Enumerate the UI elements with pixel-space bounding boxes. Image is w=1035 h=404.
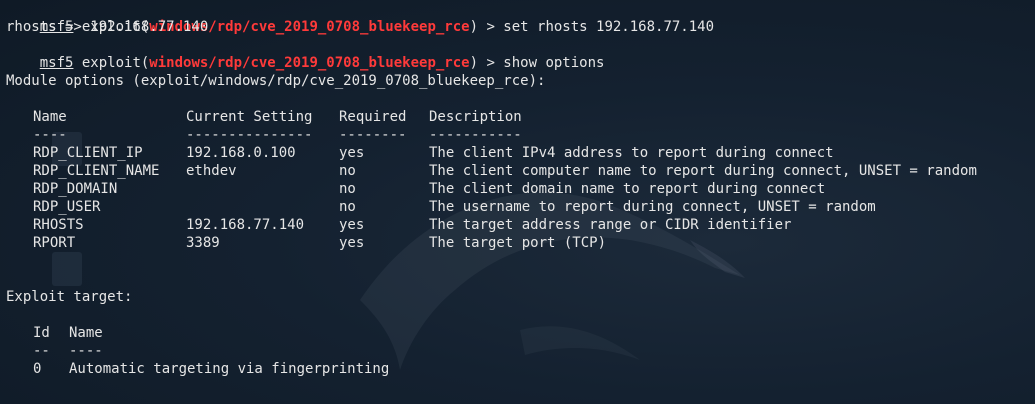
column-header-current-setting: Current Setting bbox=[186, 109, 313, 125]
terminal-window[interactable]: msf5 exploit(windows/rdp/cve_2019_0708_b… bbox=[0, 0, 1035, 404]
option-current-setting: ethdev bbox=[186, 163, 237, 179]
column-underline: --------------- bbox=[186, 127, 313, 143]
option-current-setting: 3389 bbox=[186, 235, 220, 251]
option-required: yes bbox=[339, 145, 365, 161]
option-current-setting: 192.168.0.100 bbox=[186, 145, 296, 161]
target-id: 0 bbox=[33, 361, 42, 377]
column-header-id: Id bbox=[33, 325, 50, 341]
option-name: RPORT bbox=[33, 235, 76, 251]
exploit-target-heading: Exploit target: bbox=[6, 289, 133, 305]
command-text: ) > set rhosts 192.168.77.140 bbox=[469, 19, 715, 35]
option-required: yes bbox=[339, 235, 365, 251]
column-underline: -------- bbox=[339, 127, 407, 143]
column-underline: ---- bbox=[69, 343, 103, 359]
column-underline: -- bbox=[33, 343, 50, 359]
module-options-heading: Module options (exploit/windows/rdp/cve_… bbox=[6, 73, 546, 89]
option-description: The target port (TCP) bbox=[429, 235, 607, 251]
option-description: The client IPv4 address to report during… bbox=[429, 145, 834, 161]
column-header-required: Required bbox=[339, 109, 407, 125]
option-name: RDP_DOMAIN bbox=[33, 181, 118, 197]
option-name: RDP_USER bbox=[33, 199, 101, 215]
option-description: The target address range or CIDR identif… bbox=[429, 217, 792, 233]
prompt-label: msf5 bbox=[39, 55, 74, 71]
column-header-name: Name bbox=[33, 109, 67, 125]
terminal-output: rhosts => 192.168.77.140 bbox=[6, 19, 209, 35]
command-text: ) > show options bbox=[469, 55, 605, 71]
terminal-line: msf5 exploit(windows/rdp/cve_2019_0708_b… bbox=[6, 36, 605, 71]
terminal-line: msf5 exploit(windows/rdp/cve_2019_0708_b… bbox=[6, 0, 714, 35]
option-required: no bbox=[339, 163, 356, 179]
prompt-prefix: exploit( bbox=[73, 55, 150, 71]
option-name: RDP_CLIENT_IP bbox=[33, 145, 143, 161]
option-description: The client computer name to report durin… bbox=[429, 163, 977, 179]
column-underline: ---- bbox=[33, 127, 67, 143]
target-name: Automatic targeting via fingerprinting bbox=[69, 361, 390, 377]
option-name: RHOSTS bbox=[33, 217, 84, 233]
option-required: no bbox=[339, 199, 356, 215]
column-underline: ----------- bbox=[429, 127, 522, 143]
option-required: no bbox=[339, 181, 356, 197]
module-name: windows/rdp/cve_2019_0708_bluekeep_rce bbox=[149, 55, 470, 71]
column-header-description: Description bbox=[429, 109, 522, 125]
column-header-name: Name bbox=[69, 325, 103, 341]
option-current-setting: 192.168.77.140 bbox=[186, 217, 305, 233]
option-name: RDP_CLIENT_NAME bbox=[33, 163, 160, 179]
option-description: The client domain name to report during … bbox=[429, 181, 826, 197]
option-description: The username to report during connect, U… bbox=[429, 199, 876, 215]
option-required: yes bbox=[339, 217, 365, 233]
